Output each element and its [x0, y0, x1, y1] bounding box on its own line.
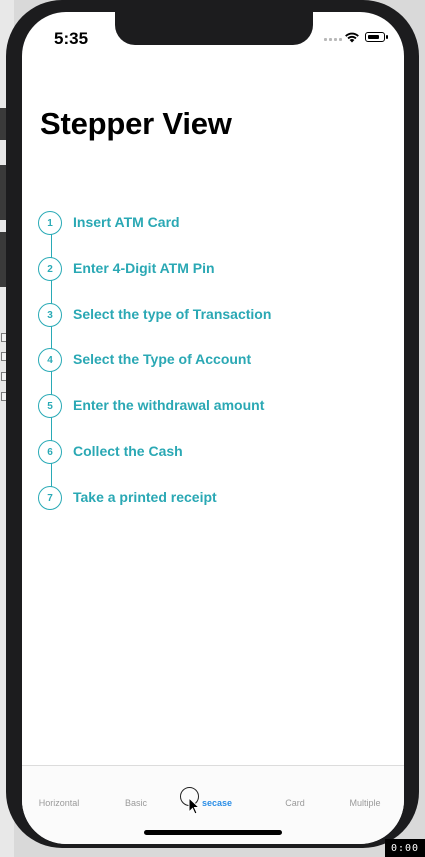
device-frame: 5:35 Stepper View 1 Insert ATM Card 2 En… — [6, 0, 419, 848]
stepper: 1 Insert ATM Card 2 Enter 4-Digit ATM Pi… — [34, 211, 394, 531]
step-item[interactable]: 7 Take a printed receipt — [34, 486, 394, 514]
home-indicator — [144, 830, 282, 835]
tab-multiple[interactable]: Multiple — [330, 798, 400, 808]
step-label: Enter the withdrawal amount — [73, 397, 265, 413]
battery-icon — [365, 32, 388, 42]
step-number-badge: 3 — [38, 303, 62, 327]
step-number-badge: 2 — [38, 257, 62, 281]
device-screen: 5:35 Stepper View 1 Insert ATM Card 2 En… — [22, 12, 404, 844]
mouse-pointer-icon — [188, 797, 200, 815]
step-number-badge: 7 — [38, 486, 62, 510]
step-label: Collect the Cash — [73, 443, 183, 459]
step-item[interactable]: 6 Collect the Cash — [34, 440, 394, 468]
tab-basic[interactable]: Basic — [101, 798, 171, 808]
step-item[interactable]: 1 Insert ATM Card — [34, 211, 394, 239]
notch — [115, 12, 313, 45]
step-number-badge: 4 — [38, 348, 62, 372]
step-label: Select the Type of Account — [73, 351, 252, 367]
tab-card[interactable]: Card — [260, 798, 330, 808]
step-label: Select the type of Transaction — [73, 306, 272, 322]
step-number-badge: 6 — [38, 440, 62, 464]
step-item[interactable]: 5 Enter the withdrawal amount — [34, 394, 394, 422]
wifi-icon — [345, 32, 359, 43]
step-number-badge: 1 — [38, 211, 62, 235]
step-item[interactable]: 4 Select the Type of Account — [34, 348, 394, 376]
page-title: Stepper View — [40, 106, 232, 141]
tab-horizontal[interactable]: Horizontal — [24, 798, 94, 808]
status-time: 5:35 — [54, 29, 89, 48]
cellular-signal-icon — [324, 38, 342, 41]
step-number-badge: 5 — [38, 394, 62, 418]
recording-timer: 0:00 — [385, 839, 425, 857]
step-item[interactable]: 2 Enter 4-Digit ATM Pin — [34, 257, 394, 285]
step-label: Take a printed receipt — [73, 489, 217, 505]
step-label: Enter 4-Digit ATM Pin — [73, 260, 215, 276]
step-label: Insert ATM Card — [73, 214, 180, 230]
step-item[interactable]: 3 Select the type of Transaction — [34, 303, 394, 331]
